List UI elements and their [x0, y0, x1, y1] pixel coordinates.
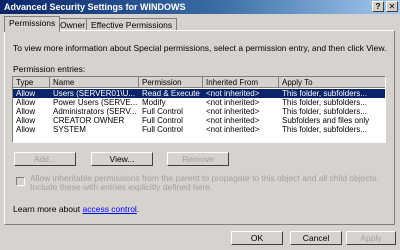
cell-name: SYSTEM — [53, 125, 86, 134]
cell-type: Allow — [16, 98, 36, 107]
inherit-permissions-label: Allow inheritable permissions from the p… — [30, 173, 379, 192]
view-button[interactable]: View... — [91, 152, 153, 166]
cell-permission: Read & Execute — [142, 89, 200, 98]
cell-apply-to: This folder, subfolders... — [282, 107, 367, 116]
cell-name: CREATOR OWNER — [53, 116, 125, 125]
tab-permissions[interactable]: Permissions — [4, 16, 61, 32]
column-header-type[interactable]: Type — [13, 77, 50, 88]
learn-more-text: Learn more about access control. — [13, 204, 139, 214]
table-row[interactable]: Allow Users (SERVER01\U... Read & Execute <… — [13, 89, 385, 98]
cell-name: Users (SERVER01\U... — [53, 89, 136, 98]
cell-permission: Full Control — [142, 107, 183, 116]
cell-name: Administrators (SERV... — [53, 107, 137, 116]
inherit-permissions-checkbox[interactable] — [16, 177, 25, 186]
cell-inherited-from: <not inherited> — [206, 89, 260, 98]
cell-apply-to: This folder, subfolders... — [282, 98, 367, 107]
apply-button[interactable]: Apply — [346, 231, 396, 245]
column-header-permission[interactable]: Permission — [139, 77, 203, 88]
learn-more-prefix: Learn more about — [13, 204, 81, 214]
column-header-name[interactable]: Name — [50, 77, 139, 88]
close-icon: ✕ — [388, 2, 396, 11]
tab-permissions-label: Permissions — [9, 18, 56, 28]
access-control-link[interactable]: access control — [82, 204, 136, 214]
cell-apply-to: This folder, subfolders... — [282, 89, 367, 98]
cell-permission: Full Control — [142, 116, 183, 125]
table-row[interactable]: Allow SYSTEM Full Control <not inherited> Th… — [13, 125, 385, 134]
cell-inherited-from: <not inherited> — [206, 98, 260, 107]
cell-inherited-from: <not inherited> — [206, 107, 260, 116]
help-icon: ? — [375, 2, 381, 11]
close-button[interactable]: ✕ — [386, 1, 398, 12]
help-button[interactable]: ? — [372, 1, 384, 12]
table-row[interactable]: Allow Power Users (SERVE... Modify <not inh… — [13, 98, 385, 107]
column-header-inherited-from[interactable]: Inherited From — [203, 77, 279, 88]
list-header: Type Name Permission Inherited From Appl… — [13, 77, 385, 88]
column-header-apply-to[interactable]: Apply To — [279, 77, 385, 88]
cell-inherited-from: <not inherited> — [206, 116, 260, 125]
add-button[interactable]: Add... — [14, 152, 76, 166]
tab-owner-label: Owner — [60, 20, 86, 30]
cell-type: Allow — [16, 107, 36, 116]
ok-button[interactable]: OK — [231, 231, 283, 245]
cell-type: Allow — [16, 125, 36, 134]
cell-permission: Full Control — [142, 125, 183, 134]
cell-name: Power Users (SERVE... — [53, 98, 138, 107]
cancel-button[interactable]: Cancel — [290, 231, 342, 245]
cell-permission: Modify — [142, 98, 166, 107]
learn-more-suffix: . — [136, 204, 140, 214]
title-bar: Advanced Security Settings for WINDOWS — [0, 0, 400, 14]
entries-label: Permission entries: — [13, 64, 86, 74]
cell-type: Allow — [16, 116, 36, 125]
cell-inherited-from: <not inherited> — [206, 125, 260, 134]
tab-effective-permissions-label: Effective Permissions — [91, 20, 173, 30]
cell-apply-to: This folder, subfolders... — [282, 125, 367, 134]
cell-type: Allow — [16, 89, 36, 98]
table-row[interactable]: Allow Administrators (SERV... Full Control… — [13, 107, 385, 116]
description-text: To view more information about Special p… — [13, 43, 387, 53]
window-title: Advanced Security Settings for WINDOWS — [4, 2, 186, 12]
remove-button[interactable]: Remove — [167, 152, 229, 166]
permission-entries-list[interactable]: Type Name Permission Inherited From Appl… — [12, 76, 386, 143]
cell-apply-to: Subfolders and files only — [282, 116, 370, 125]
table-row[interactable]: Allow CREATOR OWNER Full Control <not inher… — [13, 116, 385, 125]
